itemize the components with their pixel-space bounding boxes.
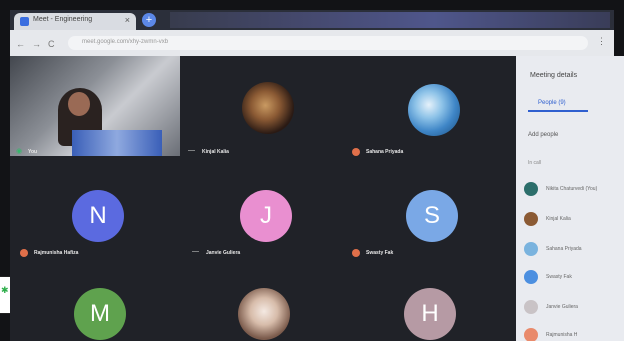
forward-icon[interactable]: →: [32, 39, 41, 49]
url-input[interactable]: meet.google.com/xhy-zwmn-vxb: [68, 36, 588, 50]
participant-item[interactable]: Kinjal Kalia: [524, 212, 624, 228]
participant-name: Janvie Guliera: [546, 304, 578, 310]
participant-name: Swasty Fak: [546, 274, 572, 280]
avatar-photo: [408, 84, 460, 136]
tile-name: Sahana Priyada: [366, 149, 404, 155]
tab-title: Meet - Engineering: [33, 16, 93, 23]
participant-name: Rajmunisha H: [546, 332, 578, 338]
tile-name: Kinjal Kalia: [202, 149, 229, 155]
participant-item[interactable]: Rajmunisha H: [524, 328, 624, 341]
browser-tabbar: Meet - Engineering × +: [10, 10, 614, 30]
mic-on-icon: ◉: [16, 148, 23, 155]
mic-muted-icon: [20, 249, 28, 257]
participant-name: Kinjal Kalia: [546, 216, 571, 222]
tile-name: Janvie Guliera: [206, 250, 241, 256]
avatar: [524, 212, 538, 226]
section-label: In call: [528, 160, 542, 166]
star-icon: ✱: [1, 285, 9, 295]
back-icon[interactable]: ←: [16, 39, 25, 49]
participant-name: Nikita Chaturvedi (You): [546, 186, 598, 192]
browser-tab[interactable]: Meet - Engineering ×: [14, 13, 136, 30]
meet-grid: ◉ You — Kinjal Kalia Sahana Priyada N Ra…: [10, 56, 516, 341]
mic-muted-icon: [352, 249, 360, 257]
tile-name: Rajmunisha Hafiza: [34, 250, 79, 256]
self-video-tile[interactable]: [10, 56, 180, 156]
mic-muted-icon: [352, 148, 360, 156]
participant-item[interactable]: Nikita Chaturvedi (You): [524, 182, 624, 198]
address-bar: ← → C meet.google.com/xhy-zwmn-vxb ⋮: [10, 30, 614, 56]
avatar: [524, 242, 538, 256]
panel-title: Meeting details: [530, 72, 578, 79]
browser-menu-icon[interactable]: ⋮: [597, 36, 606, 47]
screen: Meet - Engineering × + ← → C meet.google…: [0, 0, 624, 341]
mic-off-icon: —: [188, 147, 195, 154]
avatar-letter: H: [404, 288, 456, 340]
avatar-letter: J: [240, 190, 292, 242]
meet-icon: [20, 17, 29, 26]
avatar: [524, 300, 538, 314]
participant-name: Sahana Priyada: [546, 246, 582, 252]
add-people-button[interactable]: Add people: [528, 132, 558, 138]
tile-name: Swasty Fak: [366, 250, 394, 256]
left-edge-strip: ✱: [0, 276, 10, 314]
url-text: meet.google.com/xhy-zwmn-vxb: [82, 39, 169, 45]
background-tabs: [170, 12, 610, 28]
self-face: [68, 92, 90, 116]
tab-people[interactable]: People (9): [538, 100, 566, 106]
avatar-letter: N: [72, 190, 124, 242]
tab-close-icon[interactable]: ×: [125, 15, 130, 25]
avatar-photo: [238, 288, 290, 340]
avatar-letter: S: [406, 190, 458, 242]
new-tab-button[interactable]: +: [142, 13, 156, 27]
avatar: [524, 182, 538, 196]
avatar: [524, 270, 538, 284]
tile-name: You: [28, 149, 38, 155]
avatar-photo: [242, 82, 294, 134]
meeting-details-panel: Meeting details People (9) Add people In…: [516, 56, 624, 341]
participant-item[interactable]: Swasty Fak: [524, 270, 624, 286]
mic-off-icon: —: [192, 248, 199, 255]
reload-icon[interactable]: C: [48, 39, 55, 49]
avatar-letter: M: [74, 288, 126, 340]
active-tab-indicator: [528, 110, 588, 112]
self-shirt: [72, 130, 162, 156]
participant-item[interactable]: Sahana Priyada: [524, 242, 624, 258]
participant-item[interactable]: Janvie Guliera: [524, 300, 624, 316]
avatar: [524, 328, 538, 341]
